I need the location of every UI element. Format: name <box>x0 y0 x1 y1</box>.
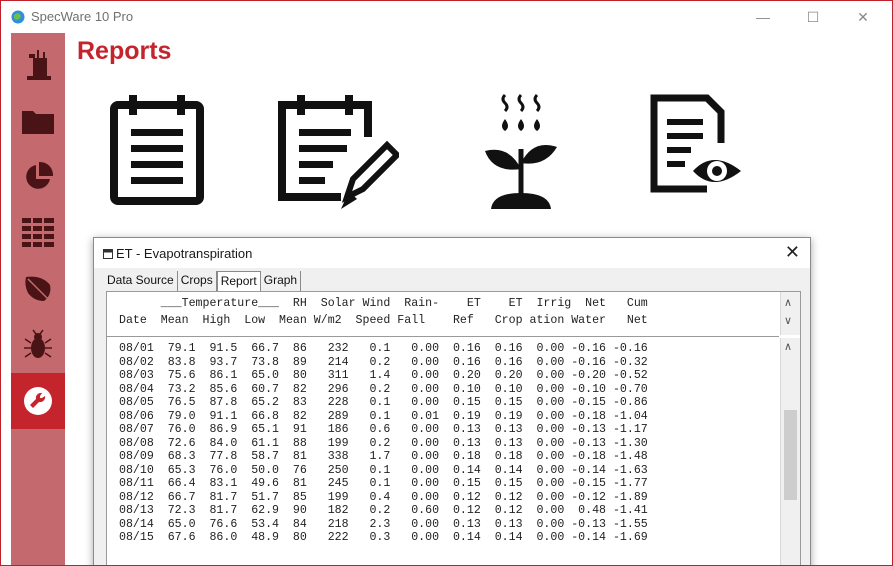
sidebar-item-tools[interactable] <box>11 373 65 429</box>
table-row: 08/11 66.4 83.1 49.6 81 245 0.1 0.00 0.1… <box>119 477 648 490</box>
dialog-title: ET - Evapotranspiration <box>116 246 253 261</box>
rows-scroll-thumb[interactable] <box>784 410 797 500</box>
table-row: 08/10 65.3 76.0 50.0 76 250 0.1 0.00 0.1… <box>119 463 648 477</box>
header-scroll-up-icon[interactable]: ∧ <box>784 296 792 309</box>
table-row: 08/01 79.1 91.5 66.7 86 232 0.1 0.00 0.1… <box>119 342 648 355</box>
sidebar-item-weather-station[interactable] <box>11 37 65 93</box>
tab-data-source[interactable]: Data Source <box>104 271 178 291</box>
tab-graph[interactable]: Graph <box>261 271 302 291</box>
dialog-close-button[interactable]: ✕ <box>785 242 800 263</box>
tab-report[interactable]: Report <box>216 271 261 291</box>
sidebar <box>11 33 65 565</box>
title-bar: SpecWare 10 Pro — ☐ ✕ <box>1 1 892 33</box>
plant-irrigation-icon[interactable] <box>481 93 563 211</box>
table-row: 08/07 76.0 86.9 65.1 91 186 0.6 0.00 0.1… <box>119 423 648 436</box>
header-scrollbar[interactable]: ∧ ∨ <box>780 292 800 335</box>
wrench-icon <box>24 387 52 415</box>
app-title: SpecWare 10 Pro <box>31 9 134 24</box>
sidebar-item-charts[interactable] <box>11 149 65 205</box>
report-header: ___Temperature___ RH Solar Wind Rain- ET… <box>107 292 779 334</box>
sidebar-item-folder[interactable] <box>11 93 65 149</box>
sidebar-item-tables[interactable] <box>11 205 65 261</box>
table-row: 08/04 73.2 85.6 60.7 82 296 0.2 0.00 0.1… <box>119 382 648 396</box>
clipboard-icon[interactable] <box>109 93 205 205</box>
rows-scroll-up-icon[interactable]: ∧ <box>784 340 792 353</box>
app-logo-icon <box>11 10 25 24</box>
dialog-tabs: Data Source Crops Report Graph <box>104 271 302 291</box>
sidebar-item-leaf[interactable] <box>11 261 65 317</box>
close-button[interactable]: ✕ <box>843 5 883 29</box>
header-divider <box>107 336 779 337</box>
header-line-2: Date Mean High Low Mean W/m2 Speed Fall … <box>119 314 648 327</box>
leaf-icon <box>25 276 51 301</box>
table-row: 08/02 83.8 93.7 73.8 89 214 0.2 0.00 0.1… <box>119 355 648 369</box>
report-rows: 08/01 79.1 91.5 66.7 86 232 0.1 0.00 0.1… <box>119 342 648 545</box>
table-row: 08/05 76.5 87.8 65.2 83 228 0.1 0.00 0.1… <box>119 396 648 409</box>
header-line-1: ___Temperature___ RH Solar Wind Rain- ET… <box>119 297 648 310</box>
table-row: 08/03 75.6 86.1 65.0 80 311 1.4 0.00 0.2… <box>119 369 648 382</box>
report-panel: ___Temperature___ RH Solar Wind Rain- ET… <box>106 291 801 565</box>
clipboard-edit-icon[interactable] <box>277 93 399 211</box>
report-view-icon[interactable] <box>649 93 745 203</box>
table-row: 08/08 72.6 84.0 61.1 88 199 0.2 0.00 0.1… <box>119 436 648 450</box>
table-row: 08/09 68.3 77.8 58.7 81 338 1.7 0.00 0.1… <box>119 450 648 463</box>
dialog-window-icon <box>103 249 113 259</box>
app-window: SpecWare 10 Pro — ☐ ✕ Reports ET - Evapo… <box>0 0 893 566</box>
folder-icon <box>22 111 54 134</box>
et-dialog: ET - Evapotranspiration ✕ Data Source Cr… <box>93 237 811 565</box>
rows-scrollbar[interactable]: ∧ <box>780 338 800 565</box>
dialog-title-bar: ET - Evapotranspiration ✕ <box>94 238 810 268</box>
table-row: 08/15 67.6 86.0 48.9 80 222 0.3 0.00 0.1… <box>119 531 648 544</box>
bug-icon <box>24 329 52 358</box>
table-row: 08/12 66.7 81.7 51.7 85 199 0.4 0.00 0.1… <box>119 490 648 504</box>
maximize-button[interactable]: ☐ <box>793 5 833 29</box>
table-icon <box>22 218 54 247</box>
table-row: 08/14 65.0 76.6 53.4 84 218 2.3 0.00 0.1… <box>119 517 648 531</box>
header-scroll-down-icon[interactable]: ∨ <box>784 314 792 327</box>
table-row: 08/13 72.3 81.7 62.9 90 182 0.2 0.60 0.1… <box>119 504 648 517</box>
minimize-button[interactable]: — <box>743 5 783 29</box>
weather-station-icon <box>27 50 51 80</box>
sidebar-item-pests[interactable] <box>11 317 65 373</box>
tab-crops[interactable]: Crops <box>178 271 217 291</box>
pie-chart-icon <box>26 161 54 189</box>
table-row: 08/06 79.0 91.1 66.8 82 289 0.1 0.01 0.1… <box>119 409 648 423</box>
page-title: Reports <box>77 37 172 65</box>
